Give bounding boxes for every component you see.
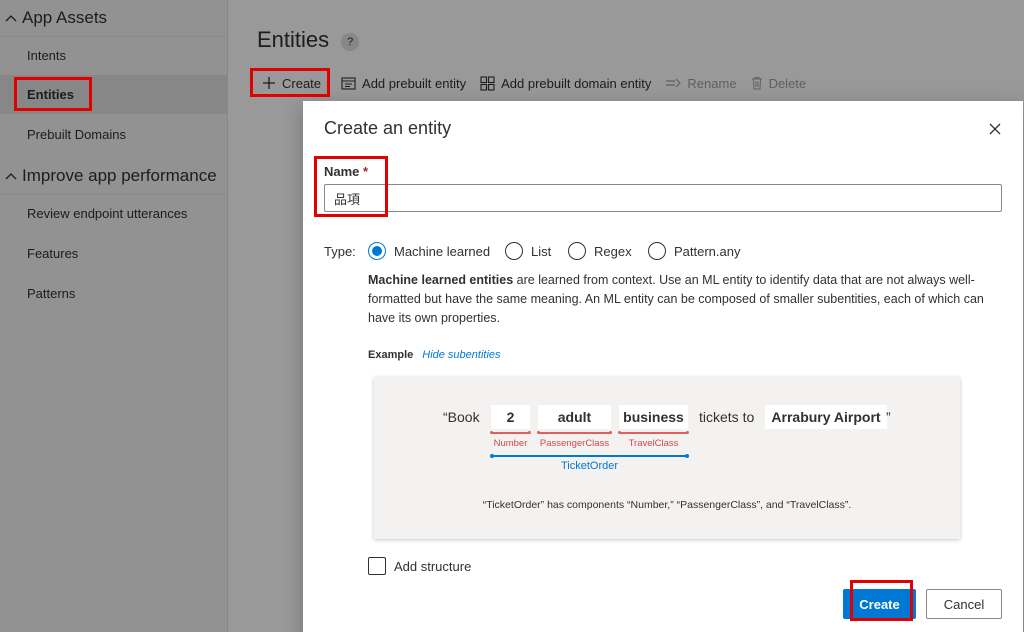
- type-radio-pattern-any[interactable]: Pattern.any: [648, 242, 741, 260]
- example-text-close-quote: ”: [886, 409, 891, 425]
- radio-empty-icon: [568, 242, 586, 260]
- radio-label: Regex: [594, 243, 632, 259]
- type-label: Type:: [324, 244, 356, 259]
- subentity-underline-passenger: [537, 431, 612, 434]
- entity-underline-ticket-order: [490, 454, 689, 458]
- subentity-label-passenger: PassengerClass: [539, 438, 610, 449]
- checkbox-empty-icon: [368, 557, 386, 575]
- type-radio-list[interactable]: List: [505, 242, 551, 260]
- create-button[interactable]: Create: [843, 589, 916, 619]
- radio-label: Machine learned: [394, 243, 491, 259]
- description-bold: Machine learned entities: [368, 273, 514, 287]
- hide-subentities-link[interactable]: Hide subentities: [422, 349, 500, 361]
- cancel-button[interactable]: Cancel: [926, 589, 1002, 619]
- entity-name-input[interactable]: [324, 184, 1002, 212]
- entity-label-ticket-order: TicketOrder: [560, 460, 619, 472]
- example-chip-business: business: [619, 405, 688, 429]
- radio-label: List: [531, 243, 552, 259]
- example-text-tickets-to: tickets to: [699, 409, 755, 425]
- type-description: Machine learned entities are learned fro…: [368, 271, 998, 328]
- radio-label: Pattern.any: [674, 243, 741, 259]
- type-radio-machine-learned[interactable]: Machine learned: [368, 242, 490, 260]
- radio-empty-icon: [648, 242, 666, 260]
- example-header: Example Hide subentities: [368, 349, 501, 361]
- required-marker: *: [363, 164, 369, 179]
- example-chip-number: 2: [491, 405, 530, 429]
- create-entity-dialog: Create an entity Name * Type: Machine le…: [303, 101, 1023, 632]
- add-structure-checkbox[interactable]: Add structure: [368, 557, 471, 575]
- subentity-underline-travel: [618, 431, 689, 434]
- radio-selected-icon: [368, 242, 386, 260]
- name-label-text: Name: [324, 164, 360, 179]
- example-chip-airport: Arrabury Airport: [765, 405, 887, 429]
- radio-empty-icon: [505, 242, 523, 260]
- type-radio-regex[interactable]: Regex: [568, 242, 632, 260]
- add-structure-label: Add structure: [394, 558, 472, 574]
- example-label: Example: [368, 349, 414, 361]
- subentity-label-number: Number: [493, 438, 528, 449]
- example-chip-adult: adult: [538, 405, 611, 429]
- example-illustration: “Book 2 adult business tickets to Arrabu…: [374, 377, 960, 539]
- subentity-label-travel: TravelClass: [628, 438, 679, 449]
- subentity-underline-number: [490, 431, 531, 434]
- close-icon[interactable]: [987, 121, 1003, 137]
- example-caption: “TicketOrder” has components “Number,” “…: [482, 499, 852, 511]
- dialog-title: Create an entity: [324, 118, 452, 138]
- example-text-book: “Book: [443, 409, 480, 425]
- name-field-label: Name *: [324, 164, 368, 179]
